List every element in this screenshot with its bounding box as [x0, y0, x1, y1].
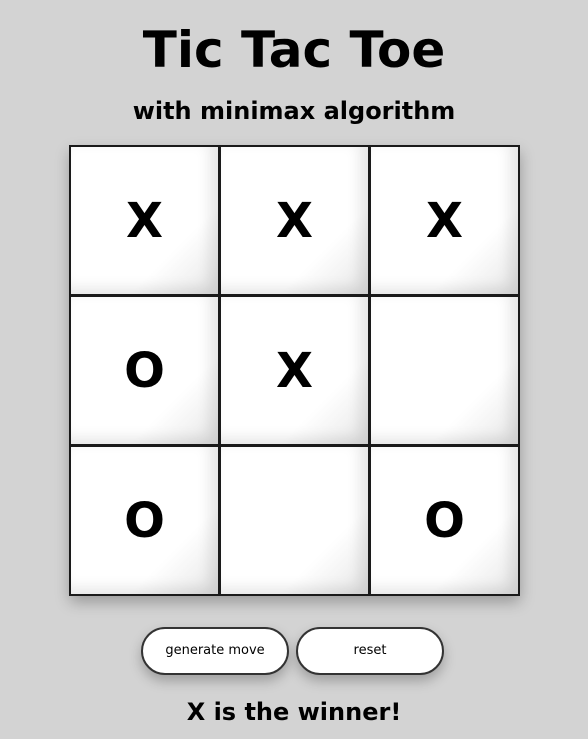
board-cell-7[interactable]: [219, 445, 370, 596]
page-title: Tic Tac Toe: [142, 21, 446, 79]
board-cell-1[interactable]: X: [219, 145, 370, 296]
generate-move-button[interactable]: generate move: [141, 627, 289, 675]
status-message: X is the winner!: [186, 698, 402, 726]
game-board: X X X O X O O: [69, 145, 520, 596]
board-cell-5[interactable]: [369, 295, 520, 446]
board-cell-4[interactable]: X: [219, 295, 370, 446]
board-cell-0[interactable]: X: [69, 145, 220, 296]
board-cell-8[interactable]: O: [369, 445, 520, 596]
board-cell-3[interactable]: O: [69, 295, 220, 446]
reset-button[interactable]: reset: [296, 627, 444, 675]
board-cell-2[interactable]: X: [369, 145, 520, 296]
board-cell-6[interactable]: O: [69, 445, 220, 596]
page-subtitle: with minimax algorithm: [132, 97, 456, 125]
